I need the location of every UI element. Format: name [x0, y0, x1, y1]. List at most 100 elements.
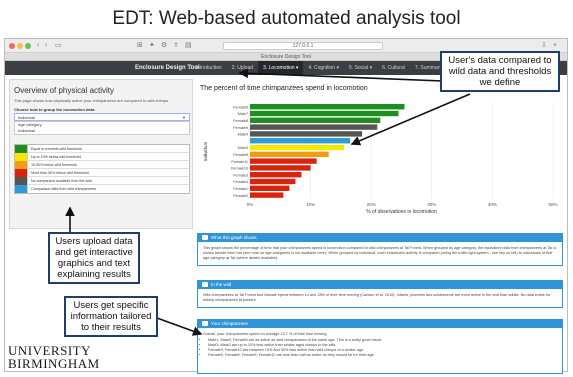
university-line2: BIRMINGHAM: [8, 356, 100, 371]
chart-bar: [250, 172, 302, 178]
y-tick-label: Female3: [233, 173, 248, 177]
legend-swatch: [15, 161, 27, 169]
callout-upload: Users upload data and get interactive gr…: [48, 232, 140, 284]
option-individual[interactable]: Individual: [15, 128, 189, 134]
info-box-title: Your chimpanzees: [211, 321, 248, 326]
chart-bar: [250, 110, 399, 117]
nav-item-cognition[interactable]: 4. Cognition ▾: [303, 61, 344, 75]
legend-row: Up to 10% below wild threshold: [15, 153, 189, 161]
legend-label: More than 50% below wild threshold: [27, 169, 189, 176]
y-tick-label: Female8: [233, 119, 248, 123]
panel-description: This page shows how physically active yo…: [14, 98, 170, 103]
info-box-text: This graph shows the percentage of time …: [203, 246, 557, 260]
back-arrow-icon[interactable]: ‹: [37, 42, 39, 50]
nav-item-introduction[interactable]: 1. Introduction: [185, 61, 227, 75]
chart-bar: [250, 151, 329, 157]
legend-swatch: [15, 145, 27, 153]
y-tick-label: Male7: [238, 112, 248, 116]
x-axis-label: % of observations in locomotion: [366, 209, 437, 215]
y-tick-label: Female10: [231, 167, 248, 171]
share-icon[interactable]: ⇪: [173, 42, 179, 50]
y-tick-label: Male3: [238, 146, 248, 150]
close-window-icon[interactable]: [9, 43, 15, 49]
maximize-window-icon[interactable]: [25, 43, 31, 49]
y-tick-label: Female11: [231, 160, 248, 164]
chart-bar: [250, 138, 350, 144]
x-tick-label: 40%: [488, 202, 497, 207]
forward-arrow-icon[interactable]: ›: [45, 42, 47, 50]
download-icon[interactable]: ⇩: [541, 42, 547, 50]
chart-bar: [250, 165, 311, 171]
chart-bar: [250, 104, 405, 110]
chart-title: The percent of time chimpanzees spend in…: [200, 85, 368, 92]
traffic-light-legend: Equal or exceeds wild threshold Up to 10…: [14, 144, 190, 194]
legend-label: No comparison available from the wild: [27, 177, 189, 184]
settings-icon[interactable]: ⚙: [161, 42, 167, 50]
info-box-wild: In the wild Wild chimpanzees at Taï Fore…: [197, 280, 563, 308]
legend-swatch: [15, 177, 27, 185]
x-tick-label: 0%: [247, 202, 254, 207]
y-tick-label: Female5: [233, 105, 248, 109]
url-bar[interactable]: 127.0.0.1: [223, 42, 383, 50]
chart-icon: [202, 235, 208, 241]
legend-row: Comparison data from wild chimpanzees: [15, 185, 189, 193]
y-tick-label: Female9: [233, 126, 248, 130]
extension-icon[interactable]: ✦: [149, 42, 155, 50]
x-tick-label: 10%: [306, 202, 315, 207]
list-item: Female6, Female8, Female9, Female10 are …: [208, 353, 557, 358]
info-box-header: Your chimpanzees: [198, 320, 562, 328]
group-select[interactable]: Individual ▼: [14, 113, 190, 121]
x-tick-label: 50%: [548, 202, 557, 207]
chart-bar: [250, 144, 344, 151]
slide-title: EDT: Web-based automated analysis tool: [112, 8, 461, 29]
y-axis-label: Individual: [203, 142, 208, 161]
y-tick-label: Female4: [233, 180, 248, 184]
legend-label: Equal or exceeds wild threshold: [27, 145, 189, 152]
reader-icon[interactable]: ▤: [185, 42, 192, 50]
chart-bar: [250, 158, 317, 164]
y-tick-label: Female6: [233, 153, 248, 157]
info-box-header: In the wild: [198, 281, 562, 289]
group-label: Choose how to group the locomotion data:: [14, 107, 96, 112]
y-tick-label: Male4: [238, 133, 248, 137]
legend-label: 10-50% below wild threshold: [27, 161, 189, 168]
info-box-title: In the wild: [211, 282, 232, 287]
minimize-window-icon[interactable]: [17, 43, 23, 49]
y-tick-label: Female1: [233, 187, 248, 191]
legend-swatch: [15, 169, 27, 177]
nav-items: 1. Introduction 2. Upload 3. Locomotion …: [185, 61, 447, 75]
info-box-title: What this graph shows: [211, 235, 257, 240]
info-box-header: What this graph shows: [198, 234, 562, 242]
legend-label: Up to 10% below wild threshold: [27, 153, 189, 160]
y-tick-label: Female2: [233, 194, 248, 198]
info-box-text: Wild chimpanzees at Taï Forest and Mahal…: [203, 293, 551, 302]
chart-bar: [250, 117, 381, 123]
legend-swatch: [15, 185, 27, 193]
legend-swatch: [15, 153, 27, 161]
chart-bar: [250, 131, 363, 137]
x-tick-label: 20%: [367, 202, 376, 207]
tree-icon: [202, 282, 208, 288]
chart-bar: [250, 124, 378, 130]
nav-item-cultural[interactable]: 6. Cultural: [377, 61, 410, 75]
locomotion-chart: 0% 10% 20% 30% 40% 50% Female5 Male7 Female8 Fema…: [203, 102, 558, 215]
callout-specific: Users get specific information tailored …: [64, 296, 158, 337]
legend-row: More than 50% below wild threshold: [15, 169, 189, 177]
legend-row: No comparison available from the wild: [15, 177, 189, 185]
group-options-list: Age category Individual: [14, 121, 190, 135]
new-tab-icon[interactable]: +: [553, 42, 557, 50]
nav-item-locomotion[interactable]: 3. Locomotion ▾: [258, 61, 304, 75]
nav-item-upload[interactable]: 2. Upload: [227, 61, 258, 75]
result-list: Male1, Male4, Female5 are as active as w…: [198, 338, 562, 360]
nav-item-social[interactable]: 5. Social ▾: [344, 61, 377, 75]
sidebar-icon[interactable]: ▭: [55, 42, 62, 50]
university-logo: UNIVERSITY BIRMINGHAM: [8, 344, 100, 370]
bookmark-icon[interactable]: ⊞: [137, 42, 143, 50]
info-box-text: Overall, your chimpanzees spend on avera…: [203, 332, 328, 336]
chart-bar: [250, 192, 284, 198]
chart-bar: [250, 178, 296, 185]
group-select-value: Individual: [18, 115, 35, 120]
legend-row: Equal or exceeds wild threshold: [15, 145, 189, 153]
info-box-graph: What this graph shows This graph shows t…: [197, 233, 563, 266]
x-tick-label: 30%: [427, 202, 436, 207]
